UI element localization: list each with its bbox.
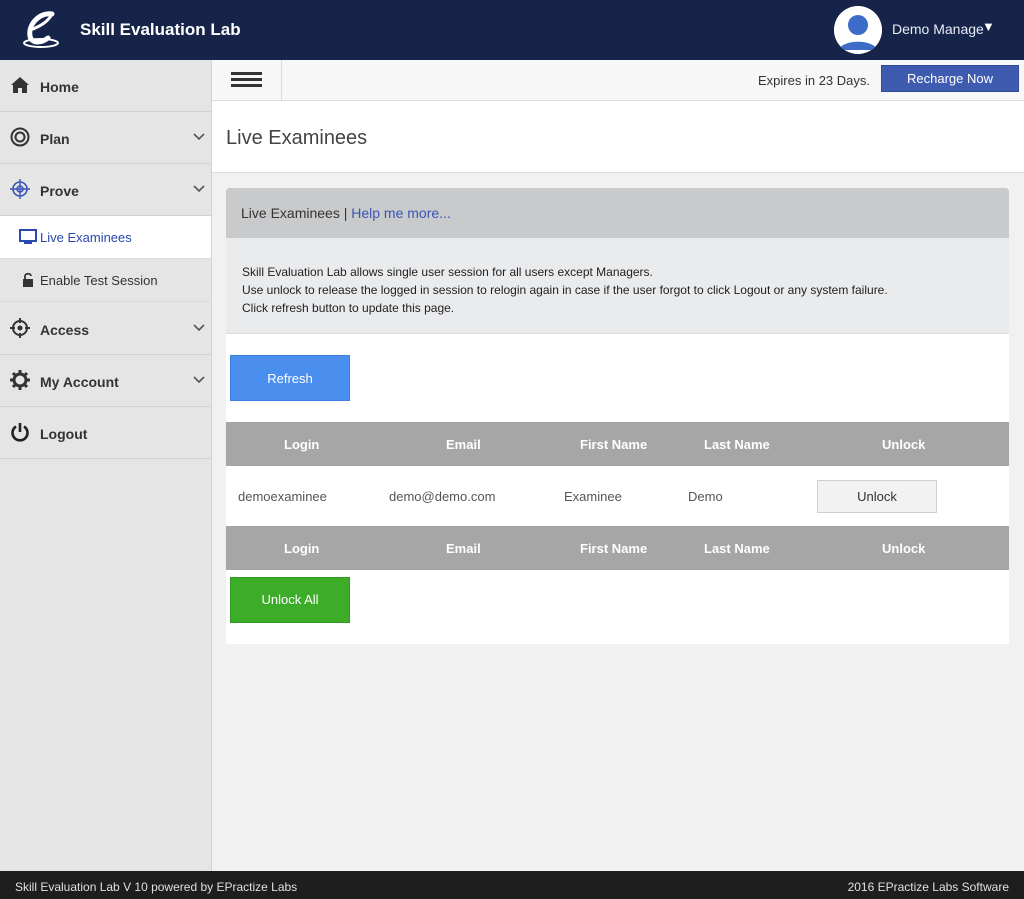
- sidebar-item-plan[interactable]: Plan: [0, 112, 211, 164]
- cell-login: demoexaminee: [238, 489, 327, 504]
- monitor-icon: [19, 229, 37, 244]
- user-menu-name[interactable]: Demo Manage: [892, 21, 984, 37]
- column-header-last-name: Last Name: [704, 437, 770, 452]
- footer-version: Skill Evaluation Lab V 10 powered by EPr…: [15, 880, 298, 894]
- gear-icon: [10, 370, 30, 390]
- panel-header: Live Examinees | Help me more...: [226, 188, 1009, 238]
- help-link[interactable]: Help me more...: [351, 205, 451, 221]
- top-header: Skill Evaluation Lab Demo Manage ▼: [0, 0, 1024, 60]
- power-icon: [11, 423, 29, 442]
- chevron-down-icon: [193, 185, 205, 193]
- sidebar-subitem-live-examinees[interactable]: Live Examinees: [0, 216, 211, 259]
- column-header-unlock: Unlock: [882, 541, 926, 556]
- sidebar-item-access[interactable]: Access: [0, 303, 211, 355]
- unlock-all-button[interactable]: Unlock All: [230, 577, 350, 623]
- table-row: demoexaminee demo@demo.com Examinee Demo…: [226, 467, 1009, 526]
- sidebar-item-label: Prove: [40, 183, 79, 199]
- table-header: Login Email First Name Last Name Unlock: [226, 422, 1009, 466]
- refresh-button[interactable]: Refresh: [230, 355, 350, 401]
- column-header-login: Login: [284, 437, 320, 452]
- cell-email: demo@demo.com: [389, 489, 496, 504]
- access-icon: [10, 318, 30, 338]
- info-line: Use unlock to release the logged in sess…: [242, 283, 888, 297]
- crosshair-icon: [10, 179, 30, 199]
- expiry-notice: Expires in 23 Days.: [758, 73, 870, 88]
- cell-first-name: Examinee: [564, 489, 622, 504]
- info-line: Skill Evaluation Lab allows single user …: [242, 265, 653, 279]
- chevron-down-icon: [193, 324, 205, 332]
- panel-heading-separator: |: [343, 205, 348, 221]
- target-circle-icon: [10, 127, 30, 147]
- footer-copyright: 2016 EPractize Labs Software: [847, 880, 1009, 894]
- home-icon: [11, 77, 29, 93]
- footer: Skill Evaluation Lab V 10 powered by EPr…: [0, 871, 1024, 899]
- column-header-login: Login: [284, 541, 320, 556]
- logo-icon[interactable]: [22, 10, 64, 50]
- sidebar-item-logout[interactable]: Logout: [0, 407, 211, 459]
- panel-heading: Live Examinees: [241, 205, 340, 221]
- brand-title: Skill Evaluation Lab: [80, 20, 241, 39]
- sidebar-subitem-label: Live Examinees: [40, 230, 132, 245]
- sidebar-item-label: Plan: [40, 131, 70, 147]
- hamburger-menu-icon[interactable]: [212, 60, 282, 100]
- toolbar: Expires in 23 Days. Recharge Now: [212, 60, 1024, 101]
- avatar[interactable]: [834, 6, 882, 54]
- caret-down-icon[interactable]: ▼: [982, 19, 995, 34]
- sidebar-item-label: Home: [40, 79, 79, 95]
- user-avatar-icon: [834, 6, 882, 54]
- chevron-down-icon: [193, 133, 205, 141]
- info-line: Click refresh button to update this page…: [242, 301, 455, 315]
- column-header-first-name: First Name: [580, 437, 648, 452]
- sidebar-item-label: My Account: [40, 374, 119, 390]
- recharge-now-button[interactable]: Recharge Now: [881, 65, 1019, 92]
- column-header-email: Email: [446, 437, 481, 452]
- sidebar-subitem-label: Enable Test Session: [40, 273, 158, 288]
- column-header-email: Email: [446, 541, 481, 556]
- unlock-button[interactable]: Unlock: [817, 480, 937, 513]
- table-footer-header: Login Email First Name Last Name Unlock: [226, 526, 1009, 570]
- cell-last-name: Demo: [688, 489, 723, 504]
- lock-icon: [23, 272, 33, 287]
- sidebar-item-prove[interactable]: Prove: [0, 164, 211, 216]
- sidebar-subitem-enable-test-session[interactable]: Enable Test Session: [0, 259, 211, 302]
- column-header-first-name: First Name: [580, 541, 648, 556]
- page-title: Live Examinees: [226, 127, 368, 149]
- chevron-down-icon: [193, 376, 205, 384]
- sidebar-item-home[interactable]: Home: [0, 60, 211, 112]
- sidebar-item-label: Logout: [40, 426, 88, 442]
- sidebar-item-label: Access: [40, 322, 90, 338]
- column-header-unlock: Unlock: [882, 437, 926, 452]
- column-header-last-name: Last Name: [704, 541, 770, 556]
- sidebar: Home Plan Prove Live Examinees Enable Te…: [0, 60, 212, 871]
- info-box: Skill Evaluation Lab allows single user …: [226, 238, 1009, 334]
- live-examinees-panel: Live Examinees | Help me more... Skill E…: [226, 188, 1009, 644]
- title-band: Live Examinees: [212, 101, 1024, 173]
- sidebar-item-my-account[interactable]: My Account: [0, 355, 211, 407]
